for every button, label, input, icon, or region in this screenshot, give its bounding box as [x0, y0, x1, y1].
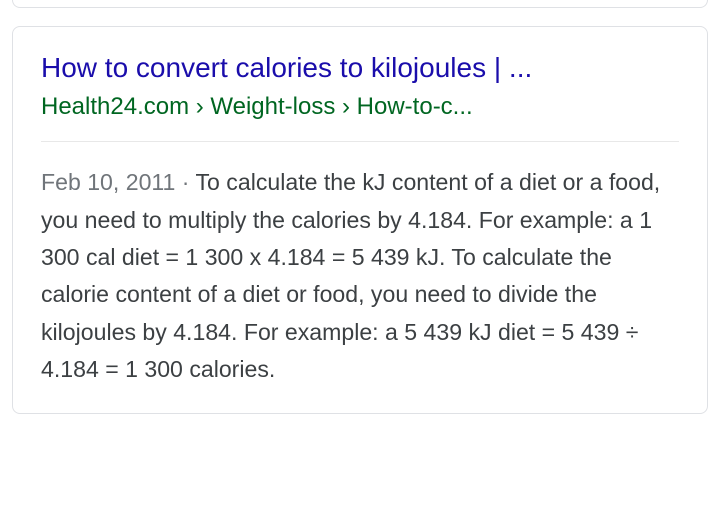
- search-result-card: How to convert calories to kilojoules | …: [12, 26, 708, 414]
- result-snippet: Feb 10, 2011 · To calculate the kJ conte…: [41, 164, 679, 388]
- divider: [41, 141, 679, 142]
- result-snippet-text: To calculate the kJ content of a diet or…: [41, 169, 660, 382]
- date-separator: ·: [175, 169, 195, 195]
- previous-result-card-bottom: [12, 0, 708, 8]
- result-date: Feb 10, 2011: [41, 169, 175, 195]
- result-title-link[interactable]: How to convert calories to kilojoules | …: [41, 49, 679, 87]
- result-breadcrumb[interactable]: Health24.com › Weight-loss › How-to-c...: [41, 91, 679, 123]
